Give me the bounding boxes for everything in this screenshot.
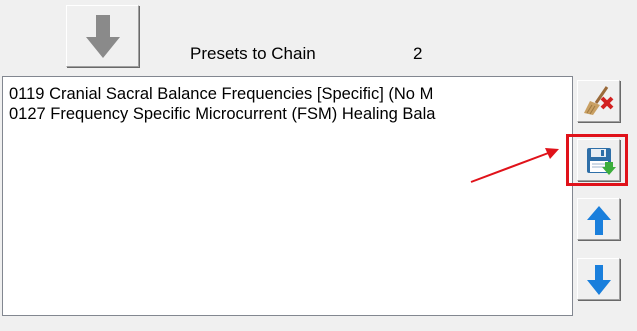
list-item[interactable]: 0119 Cranial Sacral Balance Frequencies … xyxy=(9,84,433,104)
list-item[interactable]: 0127 Frequency Specific Microcurrent (FS… xyxy=(9,104,435,124)
up-arrow-icon xyxy=(587,206,611,235)
down-arrow-icon xyxy=(86,15,120,58)
highlight-annotation-box xyxy=(566,134,628,186)
presets-count: 2 xyxy=(413,44,423,63)
clear-chain-button[interactable] xyxy=(577,80,620,122)
presets-to-chain-label: Presets to Chain xyxy=(190,44,316,63)
annotation-arrow-icon xyxy=(470,148,559,183)
move-up-button[interactable] xyxy=(577,198,620,240)
preset-chain-list[interactable]: 0119 Cranial Sacral Balance Frequencies … xyxy=(2,76,573,316)
down-arrow-icon xyxy=(587,265,611,295)
add-to-chain-button[interactable] xyxy=(66,5,139,67)
broom-delete-icon xyxy=(584,86,614,115)
move-down-button[interactable] xyxy=(577,258,620,300)
